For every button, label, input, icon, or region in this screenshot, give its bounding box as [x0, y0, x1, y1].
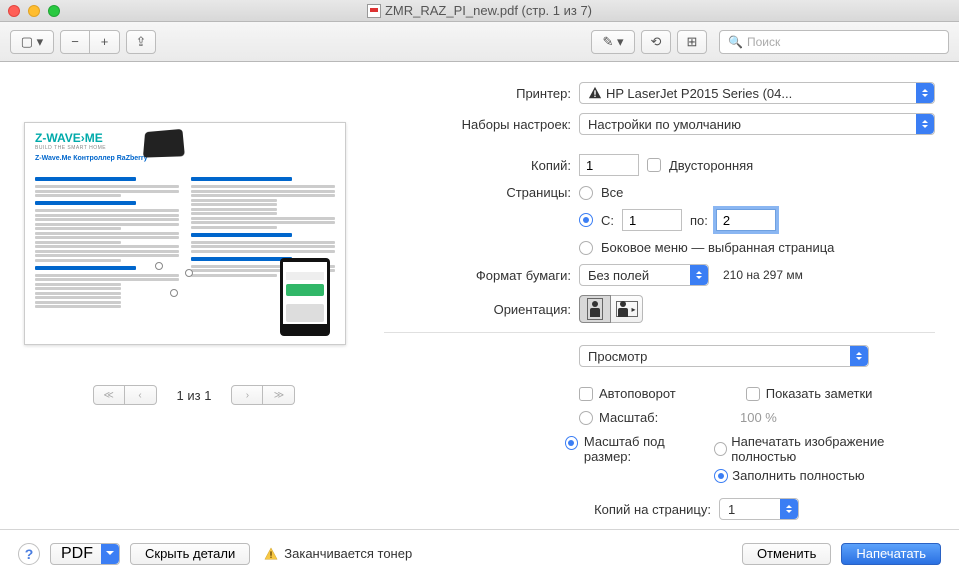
search-icon: 🔍: [728, 35, 743, 49]
page-thumbnail: Z-WAVE›ME BUILD THE SMART HOME Z-Wave.Me…: [24, 122, 346, 345]
print-button[interactable]: Напечатать: [841, 543, 941, 565]
pages-to-input[interactable]: [716, 209, 776, 231]
warning-icon: [588, 86, 602, 100]
toolbar: ▢ ▾ − + ⇪ ✎ ▾ ⟲ ⊞ 🔍 Поиск: [0, 22, 959, 62]
pages-all-label: Все: [601, 185, 623, 200]
copies-label: Копий:: [384, 158, 579, 173]
pages-all-radio[interactable]: [579, 186, 593, 200]
scale-radio[interactable]: [579, 411, 593, 425]
phone-illustration: [280, 258, 330, 336]
autorotate-label: Автоповорот: [599, 386, 676, 401]
paper-select[interactable]: Без полей: [579, 264, 709, 286]
pages-sidebar-label: Боковое меню — выбранная страница: [601, 240, 834, 255]
hide-details-button[interactable]: Скрыть детали: [130, 543, 250, 565]
duplex-checkbox[interactable]: [647, 158, 661, 172]
pages-from-label: С:: [601, 213, 614, 228]
show-notes-checkbox[interactable]: [746, 387, 760, 401]
pdf-menu[interactable]: PDF: [50, 543, 120, 565]
orientation-portrait-button[interactable]: [579, 295, 611, 323]
scale-value: 100 %: [740, 410, 777, 425]
window-title: ZMR_RAZ_PI_new.pdf (стр. 1 из 7): [0, 3, 959, 18]
fit-full-label: Напечатать изображение полностью: [731, 434, 935, 464]
cancel-button[interactable]: Отменить: [742, 543, 831, 565]
next-page-button[interactable]: ›: [231, 385, 263, 405]
bottom-bar: ? PDF Скрыть детали Заканчивается тонер …: [0, 529, 959, 577]
fit-fill-label: Заполнить полностью: [732, 468, 864, 483]
annotate-button[interactable]: ✎ ▾: [591, 30, 635, 54]
last-page-button[interactable]: ≫: [263, 385, 295, 405]
fit-full-radio[interactable]: [714, 442, 727, 456]
toner-warning: Заканчивается тонер: [264, 546, 412, 561]
autorotate-checkbox[interactable]: [579, 387, 593, 401]
copies-per-page-label: Копий на страницу:: [384, 502, 719, 517]
pages-sidebar-radio[interactable]: [579, 241, 593, 255]
orientation-landscape-button[interactable]: ▸: [611, 295, 643, 323]
pages-to-label: по:: [690, 213, 708, 228]
printer-select[interactable]: HP LaserJet P2015 Series (04...: [579, 82, 935, 104]
fit-fill-radio[interactable]: [714, 469, 728, 483]
warning-icon: [264, 547, 278, 561]
copies-input[interactable]: [579, 154, 639, 176]
doc-title: Z-Wave.Me Контроллер RaZberry: [35, 155, 147, 162]
paper-label: Формат бумаги:: [384, 268, 579, 283]
copies-per-page-select[interactable]: 1: [719, 498, 799, 520]
page-indicator: 1 из 1: [177, 388, 212, 403]
device-illustration: [143, 129, 185, 158]
zoom-in-button[interactable]: +: [90, 30, 120, 54]
pages-range-radio[interactable]: [579, 213, 593, 227]
orientation-label: Ориентация:: [384, 302, 579, 317]
doc-logo: Z-WAVE›ME BUILD THE SMART HOME: [35, 131, 106, 151]
scale-label: Масштаб:: [599, 410, 734, 425]
scale-fit-radio[interactable]: [565, 436, 578, 450]
share-button[interactable]: ⇪: [126, 30, 156, 54]
print-options: Принтер: HP LaserJet P2015 Series (04...…: [384, 82, 935, 529]
presets-select[interactable]: Настройки по умолчанию: [579, 113, 935, 135]
duplex-label: Двусторонняя: [669, 158, 753, 173]
pages-from-input[interactable]: [622, 209, 682, 231]
person-icon: [589, 301, 601, 317]
help-button[interactable]: ?: [18, 543, 40, 565]
toolbox-button[interactable]: ⊞: [677, 30, 707, 54]
pages-label: Страницы:: [384, 185, 579, 200]
preview-pane: Z-WAVE›ME BUILD THE SMART HOME Z-Wave.Me…: [24, 82, 364, 529]
show-notes-label: Показать заметки: [766, 386, 873, 401]
titlebar: ZMR_RAZ_PI_new.pdf (стр. 1 из 7): [0, 0, 959, 22]
prev-page-button[interactable]: ‹: [125, 385, 157, 405]
app-options-select[interactable]: Просмотр: [579, 345, 869, 367]
printer-label: Принтер:: [384, 86, 579, 101]
presets-label: Наборы настроек:: [384, 117, 579, 132]
first-page-button[interactable]: ≪: [93, 385, 125, 405]
search-input[interactable]: 🔍 Поиск: [719, 30, 949, 54]
rotate-button[interactable]: ⟲: [641, 30, 671, 54]
sidebar-toggle-button[interactable]: ▢ ▾: [10, 30, 54, 54]
zoom-out-button[interactable]: −: [60, 30, 90, 54]
paper-dimensions: 210 на 297 мм: [723, 268, 803, 282]
person-icon: [617, 301, 629, 317]
pdf-file-icon: [367, 4, 381, 18]
scale-fit-label: Масштаб под размер:: [584, 434, 708, 464]
